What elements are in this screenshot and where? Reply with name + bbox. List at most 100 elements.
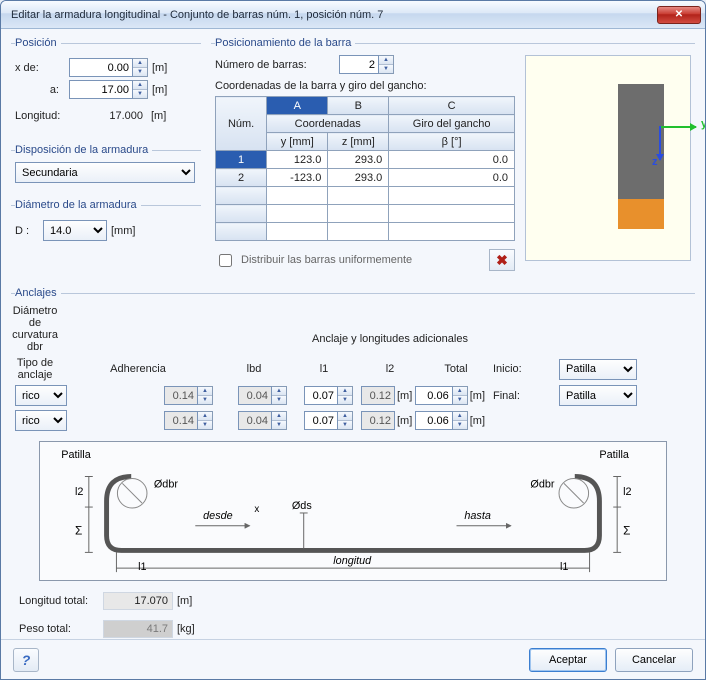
peso-total-value: 41.7 (103, 620, 173, 638)
a-spinner[interactable]: ▲▼ (133, 80, 148, 99)
diag-odbr-left: Ødbr (154, 478, 178, 490)
longitud-value: 17.000 (69, 107, 147, 125)
l1-inicio-spinner[interactable]: ▲▼ (272, 386, 287, 405)
cancel-button[interactable]: Cancelar (615, 648, 693, 672)
help-button[interactable]: ? (13, 648, 39, 672)
anclajes-legend: Anclajes (15, 287, 61, 299)
hdr-l1: l1 (295, 363, 353, 375)
longitud-total-value: 17.070 (103, 592, 173, 610)
pos-barra-group: Posicionamiento de la barra Número de ba… (211, 37, 695, 277)
accept-button[interactable]: Aceptar (529, 648, 607, 672)
longitud-label: Longitud: (15, 110, 65, 122)
a-label: a: (15, 84, 65, 96)
x-de-spinner[interactable]: ▲▼ (133, 58, 148, 77)
l1-final-spinner[interactable]: ▲▼ (272, 411, 287, 430)
table-row[interactable]: 1 123.0 293.0 0.0 (216, 151, 515, 169)
dbr-inicio-spinner[interactable]: ▲▼ (453, 386, 468, 405)
row-idx[interactable]: 2 (216, 169, 267, 187)
l1-inicio-input (238, 386, 272, 405)
total-inicio-input (361, 386, 395, 405)
delete-icon: ✖ (496, 252, 508, 269)
lbd-inicio-input (164, 386, 198, 405)
tipo-inicio-select[interactable]: Patilla (559, 359, 637, 380)
lbd-final-input (164, 411, 198, 430)
x-de-unit: [m] (152, 62, 174, 74)
total-final-input (361, 411, 395, 430)
disposicion-select[interactable]: Secundaria (15, 162, 195, 183)
footer: ? Aceptar Cancelar (1, 639, 705, 679)
dbr-final-unit: [m] (470, 415, 485, 427)
hdr-l2: l2 (361, 363, 419, 375)
l2-final-spinner[interactable]: ▲▼ (338, 411, 353, 430)
hdr-anc-long: Anclaje y longitudes adicionales (295, 333, 485, 345)
diag-l2-right: l2 (623, 486, 631, 498)
close-icon: ✕ (675, 9, 683, 20)
tipo-final-select[interactable]: Patilla (559, 385, 637, 406)
x-de-input[interactable] (69, 58, 133, 77)
cell-beta[interactable]: 0.0 (389, 169, 515, 187)
diag-l1-right: l1 (560, 561, 568, 573)
axis-y-icon (660, 126, 696, 128)
preview-section-orange (618, 199, 664, 229)
lbd-inicio-spinner[interactable]: ▲▼ (198, 386, 213, 405)
dbr-inicio-input[interactable] (415, 386, 453, 405)
coord-table[interactable]: Núm. A B C Coordenadas Giro del gancho (215, 96, 515, 241)
hdr-lbd: lbd (221, 363, 287, 375)
diag-odbr-right: Ødbr (530, 478, 554, 490)
num-barras-input[interactable] (339, 55, 379, 74)
close-button[interactable]: ✕ (657, 6, 701, 24)
adh-inicio-select[interactable]: rico (15, 385, 67, 406)
table-row-empty (216, 205, 515, 223)
l2-inicio-spinner[interactable]: ▲▼ (338, 386, 353, 405)
axis-z-icon (659, 126, 661, 160)
num-barras-spinner[interactable]: ▲▼ (379, 55, 394, 74)
distrib-label: Distribuir las barras uniformemente (241, 254, 412, 266)
row-final-label: Final: (493, 390, 551, 402)
distrib-checkbox[interactable] (219, 254, 232, 267)
cell-z[interactable]: 293.0 (328, 151, 389, 169)
axis-z-label: z (652, 156, 658, 168)
help-icon: ? (22, 652, 31, 668)
l1-final-input (238, 411, 272, 430)
diag-x: x (254, 504, 259, 515)
cell-y[interactable]: -123.0 (267, 169, 328, 187)
th-beta: β [°] (389, 133, 515, 151)
l2-final-input[interactable] (304, 411, 338, 430)
table-row[interactable]: 2 -123.0 293.0 0.0 (216, 169, 515, 187)
cell-y[interactable]: 123.0 (267, 151, 328, 169)
th-B[interactable]: B (328, 97, 389, 115)
l2-inicio-input[interactable] (304, 386, 338, 405)
dbr-final-spinner[interactable]: ▲▼ (453, 411, 468, 430)
posicion-group: Posición x de: ▲▼ [m] a: ▲▼ (11, 37, 201, 134)
cell-z[interactable]: 293.0 (328, 169, 389, 187)
th-A[interactable]: A (267, 97, 328, 115)
diag-hasta: hasta (464, 510, 491, 522)
anclajes-group: Anclajes Anclaje y longitudes adicionale… (11, 287, 695, 647)
table-row-empty (216, 187, 515, 205)
diametro-unit: [mm] (111, 225, 145, 237)
posicion-legend: Posición (15, 37, 61, 49)
longitud-unit: [m] (151, 110, 173, 122)
preview-section-gray (618, 84, 664, 199)
delete-button[interactable]: ✖ (489, 249, 515, 271)
window-title: Editar la armadura longitudinal - Conjun… (11, 9, 657, 21)
a-input[interactable] (69, 80, 133, 99)
adh-final-select[interactable]: rico (15, 410, 67, 431)
th-y: y [mm] (267, 133, 328, 151)
hdr-total: Total (427, 363, 485, 375)
cell-beta[interactable]: 0.0 (389, 151, 515, 169)
lbd-final-spinner[interactable]: ▲▼ (198, 411, 213, 430)
diametro-select[interactable]: 14.0 (43, 220, 107, 241)
longitud-total-label: Longitud total: (19, 595, 99, 607)
num-barras-label: Número de barras: (215, 59, 333, 71)
row-idx[interactable]: 1 (216, 151, 267, 169)
dbr-inicio-unit: [m] (470, 390, 485, 402)
diag-patilla-left: Patilla (61, 449, 91, 461)
distrib-check-label[interactable]: Distribuir las barras uniformemente (215, 251, 412, 270)
titlebar: Editar la armadura longitudinal - Conjun… (1, 1, 705, 29)
dbr-final-input[interactable] (415, 411, 453, 430)
th-C[interactable]: C (389, 97, 515, 115)
peso-total-label: Peso total: (19, 623, 99, 635)
longitud-total-unit: [m] (177, 595, 199, 607)
peso-total-unit: [kg] (177, 623, 199, 635)
